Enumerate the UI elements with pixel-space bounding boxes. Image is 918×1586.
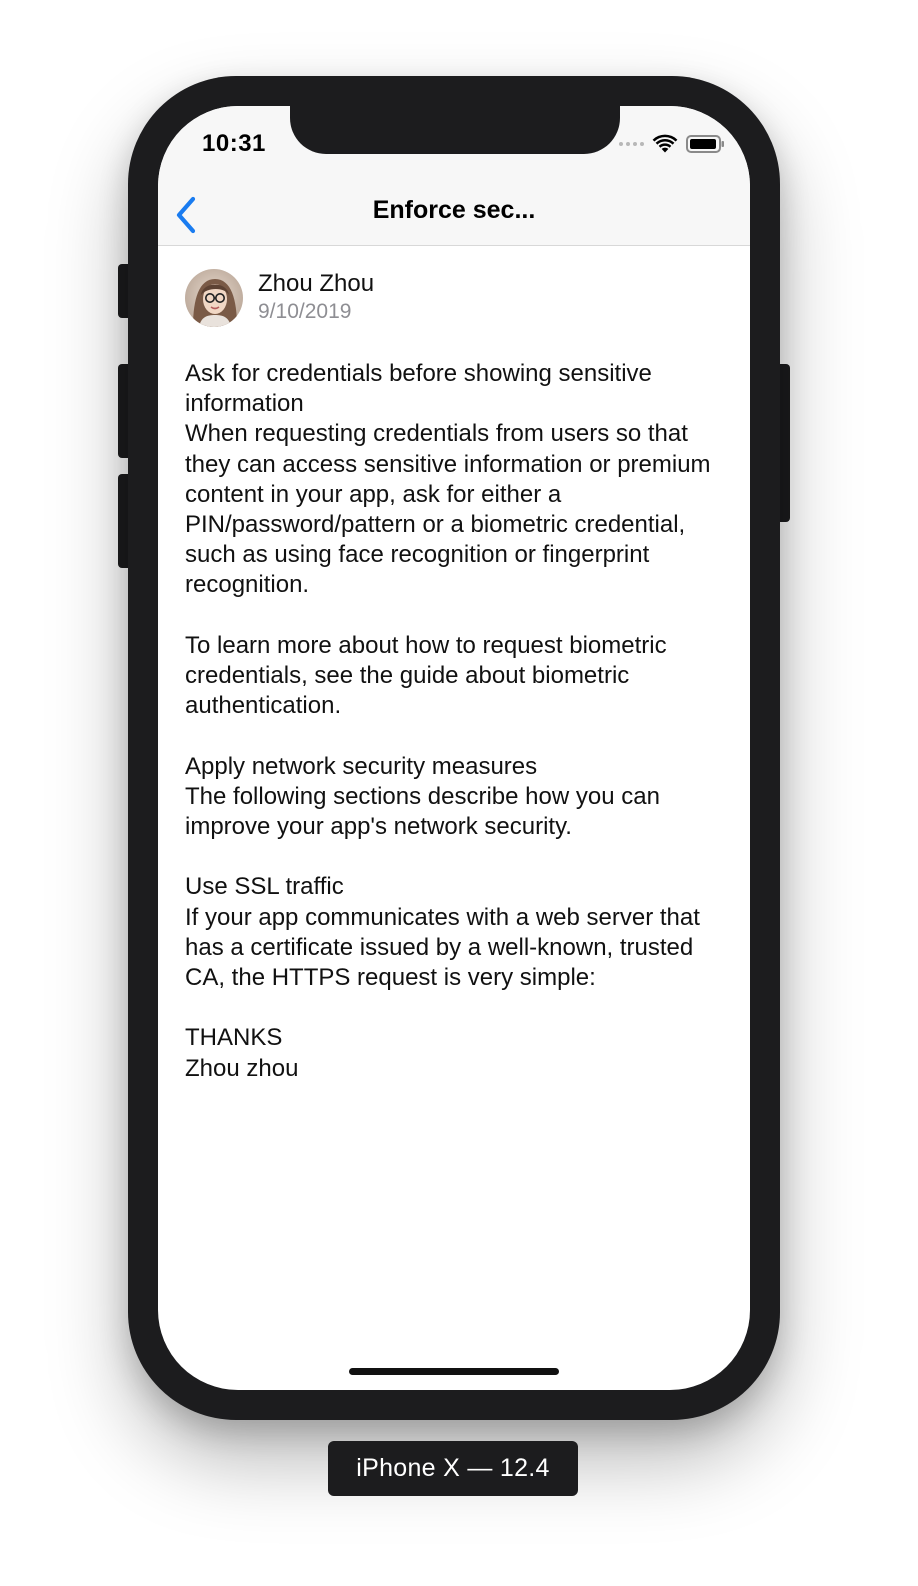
post-paragraph: If your app communicates with a web serv… [185, 903, 700, 992]
home-indicator[interactable] [349, 1368, 559, 1375]
wifi-icon [652, 134, 678, 153]
post-content: Zhou Zhou 9/10/2019 Ask for credentials … [185, 269, 725, 1084]
post-paragraph: The following sections describe how you … [185, 782, 660, 841]
page-title: Enforce sec... [372, 196, 536, 224]
post-paragraph: When requesting credentials from users s… [185, 420, 711, 599]
author-meta: Zhou Zhou 9/10/2019 [258, 269, 374, 325]
avatar-image [185, 269, 243, 327]
avatar[interactable] [185, 269, 243, 327]
battery-icon [686, 135, 724, 153]
post-paragraph: Apply network security measures [185, 752, 538, 780]
author-name: Zhou Zhou [258, 270, 375, 297]
post-paragraph: Use SSL traffic [185, 873, 344, 901]
simulator-device-label: iPhone X — 12.4 [328, 1441, 578, 1496]
phone-screen: 10:31 Enforce sec... Zhou Zhou 9/10/2019… [158, 106, 750, 1390]
cellular-signal-icon [619, 142, 644, 146]
status-time: 10:31 [202, 130, 266, 157]
navigation-bar: Enforce sec... [158, 186, 750, 246]
author-row: Zhou Zhou 9/10/2019 [185, 269, 725, 327]
post-paragraph: Zhou zhou [185, 1054, 299, 1082]
post-paragraph: Ask for credentials before showing sensi… [185, 360, 652, 418]
device-notch [290, 106, 620, 154]
post-paragraph: To learn more about how to request biome… [185, 631, 667, 720]
status-icons [619, 134, 726, 154]
post-date: 9/10/2019 [258, 300, 352, 323]
post-paragraph: THANKS [185, 1024, 283, 1052]
post-body: Ask for credentials before showing sensi… [185, 359, 725, 1084]
simulator-stage: 10:31 Enforce sec... Zhou Zhou 9/10/2019… [0, 0, 918, 1586]
